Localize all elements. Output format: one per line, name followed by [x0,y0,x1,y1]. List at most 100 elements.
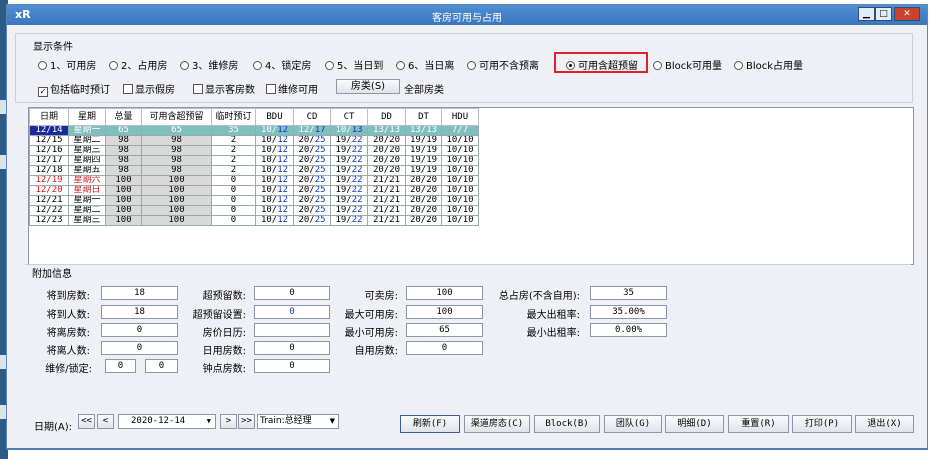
temp-booking-cell[interactable]: 0 [211,175,256,186]
dd-cell[interactable]: 20/20 [367,155,406,166]
date-cell[interactable]: 12/22 [29,205,69,216]
bdu-cell[interactable]: 10/12 [255,125,294,136]
refresh-button[interactable]: 刷新(F) [400,415,460,433]
weekday-cell[interactable]: 星期二 [68,205,106,216]
ct-cell[interactable]: 19/22 [330,155,368,166]
block-button[interactable]: Block(B) [534,415,600,433]
column-header[interactable]: 可用含超预留 [141,108,212,126]
dt-cell[interactable]: 19/19 [405,155,442,166]
option-arrival-today[interactable]: 5、当日到 [325,57,383,72]
hdu-cell[interactable]: 10/10 [441,205,479,216]
cd-cell[interactable]: 12/17 [293,125,331,136]
ct-cell[interactable]: 19/22 [330,195,368,206]
channel-status-button[interactable]: 渠道房态(C) [464,415,530,433]
group-button[interactable]: 团队(G) [604,415,662,433]
date-cell[interactable]: 12/20 [29,185,69,196]
weekday-cell[interactable]: 星期日 [68,185,106,196]
available-cell[interactable]: 98 [141,155,212,166]
dt-cell[interactable]: 20/20 [405,195,442,206]
table-row[interactable]: 12/19 星期六 100 100 0 10/12 20/25 19/22 21/21 20/20… [29,175,479,186]
user-select[interactable]: Train:总经理 ▼ [257,414,339,429]
date-cell[interactable]: 12/17 [29,155,69,166]
exit-button[interactable]: 退出(X) [855,415,914,433]
date-cell[interactable]: 12/18 [29,165,69,176]
available-cell[interactable]: 98 [141,165,212,176]
cd-cell[interactable]: 20/25 [293,215,331,226]
title-bar[interactable]: xR 客房可用与占用 ▁ □ ✕ [7,5,927,25]
bdu-cell[interactable]: 10/12 [255,175,294,186]
dd-cell[interactable]: 20/20 [367,145,406,156]
date-cell[interactable]: 12/16 [29,145,69,156]
available-cell[interactable]: 98 [141,135,212,146]
column-header[interactable]: DT [405,108,442,126]
cd-cell[interactable]: 20/25 [293,145,331,156]
date-cell[interactable]: 12/15 [29,135,69,146]
column-header[interactable]: 临时预订 [211,108,256,126]
total-cell[interactable]: 100 [105,205,142,216]
ct-cell[interactable]: 19/22 [330,145,368,156]
reset-button[interactable]: 重置(R) [728,415,789,433]
weekday-cell[interactable]: 星期三 [68,145,106,156]
cd-cell[interactable]: 20/25 [293,165,331,176]
check-repair-available[interactable]: 维修可用 [266,81,318,96]
table-row[interactable]: 12/17 星期四 98 98 2 10/12 20/25 19/22 20/20 19/19 10… [29,155,479,166]
total-cell[interactable]: 100 [105,175,142,186]
dt-cell[interactable]: 20/20 [405,185,442,196]
temp-booking-cell[interactable]: 2 [211,135,256,146]
ct-cell[interactable]: 10/13 [330,125,368,136]
dd-cell[interactable]: 13/13 [367,125,406,136]
room-type-button[interactable]: 房类(S) [336,79,400,94]
minimize-button[interactable]: ▁ [858,7,875,21]
option-repair[interactable]: 3、维修房 [180,57,238,72]
total-cell[interactable]: 98 [105,135,142,146]
dt-cell[interactable]: 19/19 [405,165,442,176]
temp-booking-cell[interactable]: 2 [211,165,256,176]
temp-booking-cell[interactable]: 2 [211,145,256,156]
available-cell[interactable]: 100 [141,195,212,206]
cd-cell[interactable]: 20/25 [293,175,331,186]
cd-cell[interactable]: 20/25 [293,135,331,146]
last-page-button[interactable]: >> [238,414,255,429]
column-header[interactable]: CT [330,108,368,126]
total-cell[interactable]: 98 [105,165,142,176]
hdu-cell[interactable]: 10/10 [441,165,479,176]
dd-cell[interactable]: 20/20 [367,165,406,176]
table-row[interactable]: 12/23 星期三 100 100 0 10/12 20/25 19/22 21/21 20/20… [29,215,479,226]
ct-cell[interactable]: 19/22 [330,215,368,226]
temp-booking-cell[interactable]: 0 [211,215,256,226]
bdu-cell[interactable]: 10/12 [255,145,294,156]
option-available[interactable]: 1、可用房 [38,57,96,72]
dt-cell[interactable]: 20/20 [405,215,442,226]
column-header[interactable]: DD [367,108,406,126]
over-setting-field[interactable]: 0 [254,305,330,319]
ct-cell[interactable]: 19/22 [330,175,368,186]
bdu-cell[interactable]: 10/12 [255,215,294,226]
option-occupied[interactable]: 2、占用房 [109,57,167,72]
cd-cell[interactable]: 20/25 [293,195,331,206]
available-cell[interactable]: 100 [141,205,212,216]
dd-cell[interactable]: 21/21 [367,195,406,206]
table-row[interactable]: 12/16 星期三 98 98 2 10/12 20/25 19/22 20/20 19/19 10… [29,145,479,156]
maximize-button[interactable]: □ [875,7,892,21]
first-page-button[interactable]: << [78,414,95,429]
column-header[interactable]: 日期 [29,108,69,126]
date-cell[interactable]: 12/21 [29,195,69,206]
column-header[interactable]: BDU [255,108,294,126]
column-header[interactable]: 总量 [105,108,142,126]
weekday-cell[interactable]: 星期一 [68,125,106,136]
hdu-cell[interactable]: 10/10 [441,145,479,156]
total-cell[interactable]: 100 [105,215,142,226]
available-cell[interactable]: 65 [141,125,212,136]
table-row[interactable]: 12/18 星期五 98 98 2 10/12 20/25 19/22 20/20 19/19 10… [29,165,479,176]
weekday-cell[interactable]: 星期五 [68,165,106,176]
weekday-cell[interactable]: 星期四 [68,155,106,166]
weekday-cell[interactable]: 星期六 [68,175,106,186]
availability-grid[interactable]: 日期 星期 总量 可用含超预留 临时预订 BDU CD CT DD DT HDU… [28,107,914,265]
bdu-cell[interactable]: 10/12 [255,165,294,176]
hdu-cell[interactable]: 10/10 [441,155,479,166]
temp-booking-cell[interactable]: 2 [211,155,256,166]
date-picker[interactable]: 2020-12-14 ▼ [118,414,216,429]
check-show-fake-rooms[interactable]: 显示假房 [123,81,175,96]
table-row[interactable]: 12/20 星期日 100 100 0 10/12 20/25 19/22 21/21 20/20… [29,185,479,196]
print-button[interactable]: 打印(P) [792,415,852,433]
